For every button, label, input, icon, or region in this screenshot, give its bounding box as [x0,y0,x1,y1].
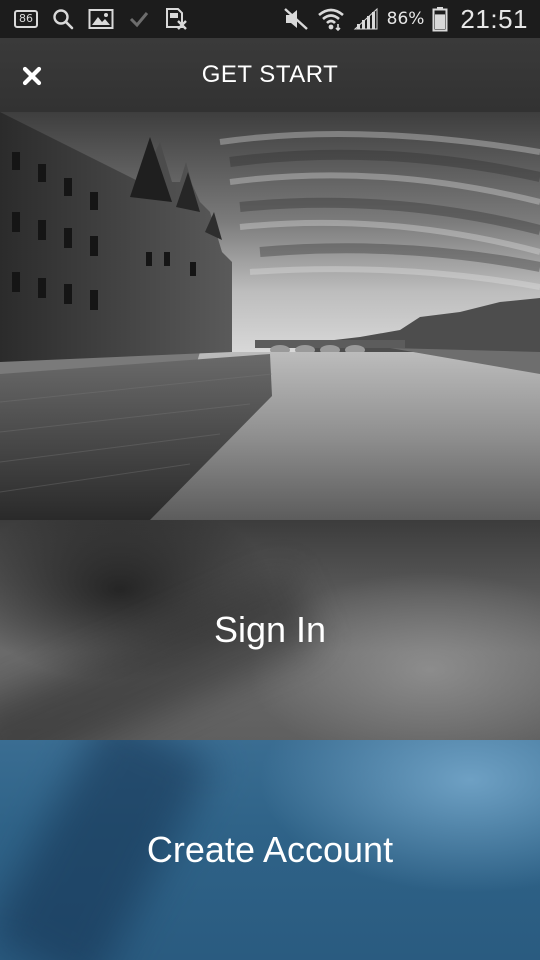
battery-percent: 86% [386,9,425,29]
check-icon [128,8,150,30]
clock: 21:51 [460,3,528,34]
wifi-icon [317,6,345,32]
sd-card-icon [164,7,188,31]
close-button[interactable] [16,60,48,92]
create-account-button[interactable]: Create Account [0,740,540,960]
sign-in-button[interactable]: Sign In [0,520,540,740]
mute-icon [283,7,309,31]
create-account-label: Create Account [146,829,394,870]
battery-icon [432,6,448,32]
hero-photo [0,112,540,520]
gallery-icon [88,8,114,30]
close-icon [22,66,42,86]
app-header: GET START [0,38,540,112]
search-icon [52,8,74,30]
sign-in-label: Sign In [213,609,327,650]
signal-icon [353,7,379,31]
page-title: GET START [201,61,339,88]
notification-count-icon: 86 [14,10,38,28]
status-bar: 86 86% 21:51 [0,0,540,38]
